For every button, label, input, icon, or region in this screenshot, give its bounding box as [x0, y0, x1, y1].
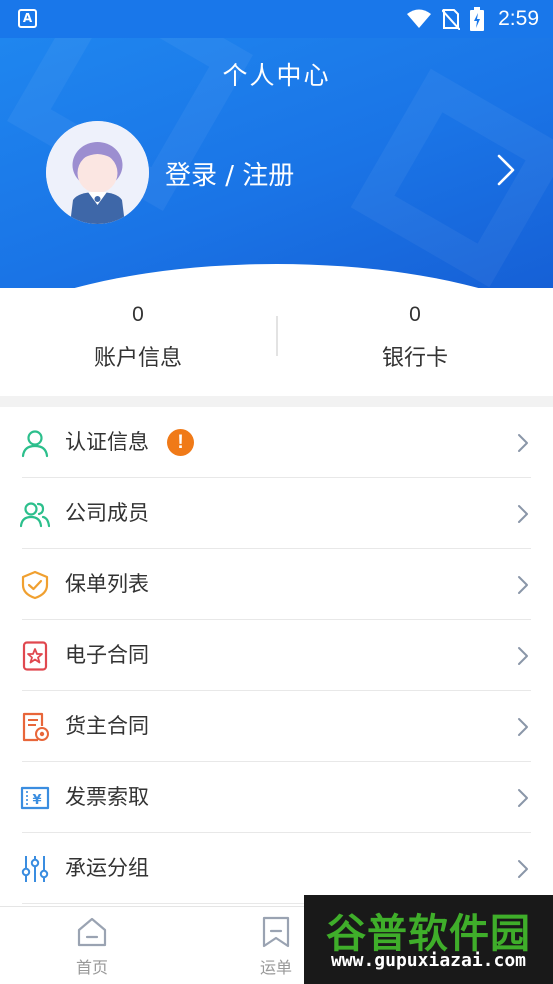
menu-item-electronic-contract[interactable]: 电子合同 [0, 620, 553, 691]
chevron-right-icon [518, 860, 528, 878]
page-title: 个人中心 [222, 61, 331, 90]
document-seal-icon [22, 712, 49, 742]
chevron-right-icon [518, 647, 528, 665]
menu-label: 公司成员 [65, 501, 149, 525]
menu-label: 承运分组 [65, 856, 149, 880]
status-time: 2:59 [498, 7, 539, 30]
svg-text:¥: ¥ [32, 793, 41, 808]
battery-charging-icon [470, 7, 485, 31]
menu-item-policy-list[interactable]: 保单列表 [0, 549, 553, 620]
menu-item-shipper-contract[interactable]: 货主合同 [0, 691, 553, 762]
alert-badge: ! [167, 429, 194, 456]
star-document-icon [22, 641, 48, 671]
status-bar: A 2:59 [0, 0, 553, 38]
section-gap [0, 396, 553, 407]
profile-header: 个人中心 登录 / 注册 [0, 38, 553, 288]
home-icon [77, 917, 107, 947]
chevron-right-icon [518, 505, 528, 523]
invoice-ticket-icon: ¥ [20, 786, 50, 810]
account-info-value: 0 [132, 303, 144, 326]
menu-item-invoice-request[interactable]: ¥ 发票索取 [0, 762, 553, 833]
wifi-icon [407, 9, 432, 28]
account-info-stat[interactable]: 0 账户信息 [0, 300, 276, 372]
bank-card-value: 0 [409, 303, 421, 326]
site-watermark: 谷普软件园 www.gupuxiazai.com [304, 895, 553, 984]
nav-label: 首页 [75, 958, 108, 977]
menu-item-carrier-group[interactable]: 承运分组 [0, 833, 553, 904]
nav-home[interactable]: 首页 [37, 907, 147, 984]
menu-label: 电子合同 [65, 643, 149, 667]
chevron-right-icon [518, 789, 528, 807]
chevron-right-icon[interactable] [495, 153, 517, 187]
bookmark-icon [262, 916, 290, 948]
bank-card-label: 银行卡 [381, 346, 448, 371]
menu-item-certification[interactable]: 认证信息 ! [0, 407, 553, 478]
people-icon [20, 502, 50, 528]
menu-label: 认证信息 [65, 430, 149, 454]
bank-card-stat[interactable]: 0 银行卡 [277, 300, 553, 372]
login-register-link[interactable]: 登录 / 注册 [165, 155, 294, 192]
sliders-icon [21, 856, 49, 882]
avatar[interactable] [46, 121, 149, 224]
chevron-right-icon [518, 434, 528, 452]
menu-label: 发票索取 [65, 785, 149, 809]
person-icon [21, 430, 49, 458]
chevron-right-icon [518, 576, 528, 594]
watermark-url: www.gupuxiazai.com [330, 950, 527, 971]
chevron-right-icon [518, 718, 528, 736]
menu-item-company-members[interactable]: 公司成员 [0, 478, 553, 549]
app-notification-icon: A [18, 9, 37, 28]
account-info-label: 账户信息 [93, 346, 182, 371]
user-avatar-icon [46, 121, 149, 224]
shield-check-icon [21, 570, 49, 600]
no-sim-icon [442, 9, 461, 30]
menu-label: 货主合同 [65, 714, 149, 738]
menu-label: 保单列表 [65, 572, 149, 596]
